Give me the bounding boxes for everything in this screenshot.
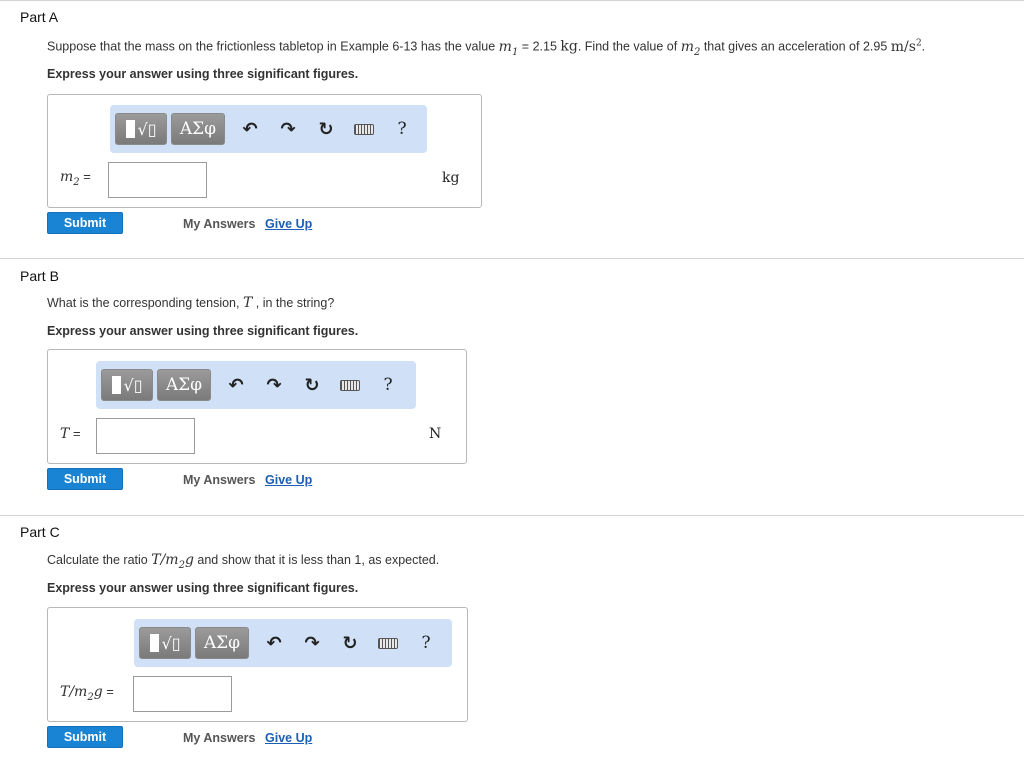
greek-symbols-button[interactable]: ΑΣφ [157, 369, 211, 401]
help-icon[interactable]: ? [407, 627, 445, 659]
part-c-question: Calculate the ratio T/m2g and show that … [47, 552, 440, 571]
templates-button[interactable]: √▯ [139, 627, 191, 659]
part-a-instruction: Express your answer using three signific… [47, 67, 359, 81]
part-a-give-up-link[interactable]: Give Up [265, 217, 312, 231]
part-a-variable-label: m2 = [60, 169, 91, 188]
radical-icon: √▯ [123, 375, 143, 395]
part-b-title: Part B [20, 268, 59, 284]
part-a-answer-input[interactable] [108, 162, 207, 198]
part-c-variable-label: T/m2g = [60, 684, 114, 703]
keyboard-icon[interactable] [331, 369, 369, 401]
part-b-instruction: Express your answer using three signific… [47, 324, 359, 338]
part-b-math-toolbar: √▯ ΑΣφ ↶ ↷ ↻ ? [96, 361, 416, 409]
undo-icon[interactable]: ↶ [255, 627, 293, 659]
tension-symbol: T [242, 295, 253, 311]
radical-icon: √▯ [161, 633, 181, 653]
part-b-my-answers-link[interactable]: My Answers [183, 473, 255, 487]
divider-part-b [0, 258, 1024, 259]
radical-icon: √▯ [137, 119, 157, 139]
part-a-unit: kg [442, 170, 460, 186]
part-c-give-up-link[interactable]: Give Up [265, 731, 312, 745]
keyboard-icon[interactable] [345, 113, 383, 145]
part-b-give-up-link[interactable]: Give Up [265, 473, 312, 487]
part-a-title: Part A [20, 9, 59, 25]
divider-top [0, 0, 1024, 1]
part-c-title: Part C [20, 524, 60, 540]
part-a-submit-button[interactable]: Submit [47, 212, 123, 234]
part-c-answer-input[interactable] [133, 676, 232, 712]
m1-symbol: m1 [498, 38, 519, 58]
divider-part-c [0, 515, 1024, 516]
help-icon[interactable]: ? [383, 113, 421, 145]
part-a-question: Suppose that the mass on the frictionles… [47, 38, 926, 58]
undo-icon[interactable]: ↶ [231, 113, 269, 145]
redo-icon[interactable]: ↷ [255, 369, 293, 401]
keyboard-icon[interactable] [369, 627, 407, 659]
undo-icon[interactable]: ↶ [217, 369, 255, 401]
box-icon [111, 376, 121, 394]
redo-icon[interactable]: ↷ [293, 627, 331, 659]
part-b-unit: N [429, 426, 442, 442]
part-a-math-toolbar: √▯ ΑΣφ ↶ ↷ ↻ ? [110, 105, 427, 153]
part-a-my-answers-link[interactable]: My Answers [183, 217, 255, 231]
part-c-answer-box: √▯ ΑΣφ ↶ ↷ ↻ ? T/m2g = [47, 607, 468, 722]
templates-button[interactable]: √▯ [101, 369, 153, 401]
part-b-answer-box: √▯ ΑΣφ ↶ ↷ ↻ ? T = N [47, 349, 467, 464]
greek-symbols-button[interactable]: ΑΣφ [195, 627, 249, 659]
box-icon [149, 634, 159, 652]
redo-icon[interactable]: ↷ [269, 113, 307, 145]
part-c-submit-button[interactable]: Submit [47, 726, 123, 748]
box-icon [125, 120, 135, 138]
part-b-submit-button[interactable]: Submit [47, 468, 123, 490]
help-icon[interactable]: ? [369, 369, 407, 401]
reset-icon[interactable]: ↻ [331, 627, 369, 659]
part-b-answer-input[interactable] [96, 418, 195, 454]
part-c-math-toolbar: √▯ ΑΣφ ↶ ↷ ↻ ? [134, 619, 452, 667]
part-b-question: What is the corresponding tension, T , i… [47, 295, 335, 311]
part-c-my-answers-link[interactable]: My Answers [183, 731, 255, 745]
part-c-instruction: Express your answer using three signific… [47, 581, 359, 595]
templates-button[interactable]: √▯ [115, 113, 167, 145]
greek-symbols-button[interactable]: ΑΣφ [171, 113, 225, 145]
part-a-answer-box: √▯ ΑΣφ ↶ ↷ ↻ ? m2 = kg [47, 94, 482, 208]
ratio-symbol: T/m2g [151, 552, 194, 571]
accel-unit: m/s2 [890, 38, 922, 55]
reset-icon[interactable]: ↻ [307, 113, 345, 145]
reset-icon[interactable]: ↻ [293, 369, 331, 401]
part-b-variable-label: T = [60, 426, 81, 442]
m2-symbol: m2 [680, 38, 701, 58]
